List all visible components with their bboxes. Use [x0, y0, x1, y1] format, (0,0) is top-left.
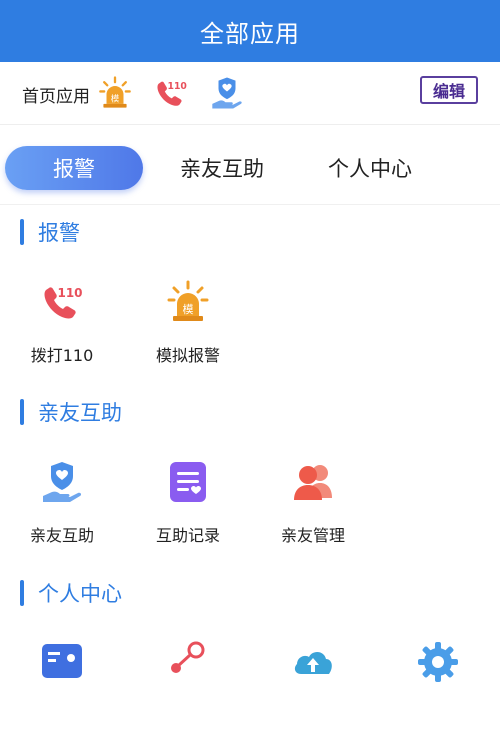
- app-label: 互助记录: [155, 526, 220, 545]
- share-icon: [166, 640, 210, 684]
- contacts-icon: [291, 460, 335, 504]
- category-tabs: 报警 亲友互助 个人中心: [0, 124, 500, 205]
- phone-110-icon[interactable]: 110: [154, 76, 188, 110]
- app-label: 亲友管理: [280, 526, 345, 545]
- tab-personal-center[interactable]: 个人中心: [306, 146, 434, 190]
- phone-icon-text: 110: [168, 81, 187, 92]
- app-friends-help[interactable]: 亲友互助: [12, 460, 112, 560]
- section-marker: [20, 399, 24, 425]
- siren-icon[interactable]: 模: [98, 76, 132, 110]
- edit-button[interactable]: 编辑: [420, 76, 478, 104]
- page-title: 全部应用: [200, 19, 300, 48]
- section-title-text: 亲友互助: [38, 401, 122, 425]
- section-title-text: 报警: [38, 221, 80, 245]
- siren-icon-text: 模: [111, 94, 120, 105]
- section-marker: [20, 219, 24, 245]
- app-label: 拨打110: [30, 346, 94, 365]
- section-friends-title: 亲友互助: [20, 397, 122, 427]
- app-simulated-alarm[interactable]: 模 模拟报警: [138, 280, 238, 380]
- app-label: 亲友互助: [29, 526, 94, 545]
- app-share[interactable]: [138, 640, 238, 740]
- phone-icon-text: 110: [57, 286, 82, 300]
- app-cloud-upload[interactable]: [263, 640, 363, 740]
- homepage-apps-label: 首页应用: [22, 87, 90, 107]
- app-label: 模拟报警: [155, 346, 220, 365]
- app-friends-management[interactable]: 亲友管理: [263, 460, 363, 560]
- app-help-records[interactable]: 互助记录: [138, 460, 238, 560]
- shield-hand-icon: [40, 460, 84, 504]
- phone-110-icon: 110: [40, 280, 84, 324]
- record-list-icon: [166, 460, 210, 504]
- shield-hand-icon[interactable]: [210, 76, 244, 110]
- siren-icon-text: 模: [183, 303, 194, 316]
- section-marker: [20, 580, 24, 606]
- section-title-text: 个人中心: [38, 582, 122, 606]
- section-personal-title: 个人中心: [20, 578, 122, 608]
- cloud-upload-icon: [291, 640, 335, 684]
- app-call-110[interactable]: 110 拨打110: [12, 280, 112, 380]
- siren-icon: 模: [166, 280, 210, 324]
- tab-friends-help[interactable]: 亲友互助: [158, 146, 286, 190]
- app-settings[interactable]: [388, 640, 488, 740]
- section-alarm-title: 报警: [20, 217, 80, 247]
- tab-alarm[interactable]: 报警: [5, 146, 143, 190]
- app-id-card[interactable]: [12, 640, 112, 740]
- id-card-icon: [40, 640, 84, 684]
- settings-gear-icon: [416, 640, 460, 684]
- top-bar: 全部应用: [0, 0, 500, 62]
- homepage-apps-bar: 首页应用 模 110 编辑: [0, 62, 500, 125]
